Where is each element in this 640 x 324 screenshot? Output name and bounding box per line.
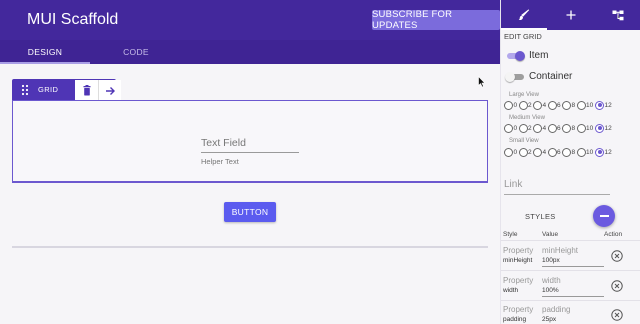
radio-option[interactable]: 0 <box>504 100 519 110</box>
property-name: width <box>503 287 519 294</box>
radio-option-selected[interactable]: 12 <box>595 147 614 157</box>
radio-option[interactable]: 10 <box>576 123 596 133</box>
text-field-underline[interactable] <box>201 152 299 153</box>
properties-panel: EDIT GRID Item Container Large View 0 2 … <box>500 0 640 324</box>
styles-label: STYLES <box>525 212 556 221</box>
radio-option[interactable]: 4 <box>533 100 548 110</box>
arrow-right-icon <box>105 86 115 95</box>
drag-handle-icon[interactable] <box>21 84 29 96</box>
value-column-header: Value <box>542 231 559 238</box>
small-view-radio-group: 0 2 4 6 8 10 12 <box>504 146 614 158</box>
text-field-label[interactable]: Text Field <box>201 137 246 149</box>
panel-tab-indicator <box>501 28 547 30</box>
style-column-header: Style <box>503 231 518 238</box>
row-divider <box>501 300 640 301</box>
value-input[interactable]: 25px <box>542 316 556 323</box>
tab-edit[interactable] <box>501 0 547 30</box>
remove-circle-icon[interactable] <box>611 280 623 292</box>
item-toggle-label: Item <box>529 50 549 61</box>
radio-option-selected[interactable]: 12 <box>595 123 614 133</box>
container-toggle-label: Container <box>529 71 573 82</box>
container-toggle[interactable] <box>505 72 525 82</box>
radio-option-selected[interactable]: 12 <box>595 100 614 110</box>
remove-fab-button[interactable] <box>593 205 615 227</box>
value-label: minHeight <box>542 246 579 255</box>
tree-icon <box>612 10 624 20</box>
tab-indicator <box>0 62 90 64</box>
plus-icon <box>566 10 576 20</box>
item-toggle[interactable] <box>505 51 525 61</box>
grid-label: GRID <box>38 85 59 94</box>
value-label: padding <box>542 305 571 314</box>
table-header-divider <box>501 240 640 241</box>
brush-icon <box>518 9 530 21</box>
mouse-cursor-icon <box>478 76 486 88</box>
property-label: Property <box>503 276 534 285</box>
canvas-button[interactable]: BUTTON <box>224 202 276 222</box>
divider <box>12 246 488 248</box>
radio-option[interactable]: 8 <box>562 100 577 110</box>
radio-option[interactable]: 10 <box>576 147 596 157</box>
radio-option[interactable]: 6 <box>547 123 563 133</box>
edit-grid-label: EDIT GRID <box>504 32 542 41</box>
link-input[interactable]: Link <box>504 179 522 190</box>
grid-container[interactable]: Text Field Helper Text <box>12 100 488 183</box>
radio-option[interactable]: 4 <box>533 147 548 157</box>
value-input-underline[interactable] <box>542 266 604 267</box>
tab-design[interactable]: DESIGN <box>0 40 90 64</box>
grid-toolbar: GRID <box>12 79 121 101</box>
tab-code[interactable]: CODE <box>90 40 182 64</box>
medium-view-label: Medium View <box>509 115 545 121</box>
main-tabs: DESIGN CODE <box>0 40 500 64</box>
action-column-header: Action <box>604 231 623 238</box>
minus-icon <box>599 215 609 217</box>
row-divider <box>501 270 640 271</box>
remove-circle-icon[interactable] <box>611 309 623 321</box>
value-label: width <box>542 276 561 285</box>
large-view-radio-group: 0 2 4 6 8 10 12 <box>504 99 614 111</box>
app-bar: MUI Scaffold SUBSCRIBE FOR UPDATES <box>0 0 500 40</box>
radio-option[interactable]: 2 <box>518 100 534 110</box>
grid-actions <box>75 80 121 101</box>
value-input[interactable]: 100px <box>542 257 560 264</box>
panel-tabs <box>501 0 640 30</box>
move-button[interactable] <box>98 80 121 101</box>
radio-option[interactable]: 4 <box>533 123 548 133</box>
radio-option[interactable]: 0 <box>504 147 519 157</box>
app-title: MUI Scaffold <box>27 11 119 28</box>
radio-option[interactable]: 0 <box>504 123 519 133</box>
radio-option[interactable]: 2 <box>518 123 534 133</box>
value-input-underline[interactable] <box>542 296 604 297</box>
tab-add[interactable] <box>548 0 594 30</box>
value-input[interactable]: 100% <box>542 287 559 294</box>
property-name: padding <box>503 316 527 323</box>
radio-option[interactable]: 6 <box>547 147 563 157</box>
medium-view-radio-group: 0 2 4 6 8 10 12 <box>504 122 614 134</box>
trash-icon <box>83 85 90 96</box>
helper-text: Helper Text <box>201 157 239 166</box>
radio-option[interactable]: 6 <box>547 100 563 110</box>
radio-option[interactable]: 10 <box>576 100 596 110</box>
radio-option[interactable]: 8 <box>562 123 577 133</box>
property-name: minHeight <box>503 257 533 264</box>
delete-button[interactable] <box>75 80 98 101</box>
small-view-label: Small View <box>509 138 539 144</box>
remove-circle-icon[interactable] <box>611 250 623 262</box>
subscribe-button[interactable]: SUBSCRIBE FOR UPDATES <box>372 9 500 31</box>
radio-option[interactable]: 2 <box>518 147 534 157</box>
link-input-underline[interactable] <box>504 194 610 195</box>
radio-option[interactable]: 8 <box>562 147 577 157</box>
property-label: Property <box>503 305 534 314</box>
tab-tree[interactable] <box>595 0 640 30</box>
property-label: Property <box>503 246 534 255</box>
large-view-label: Large View <box>509 92 539 98</box>
